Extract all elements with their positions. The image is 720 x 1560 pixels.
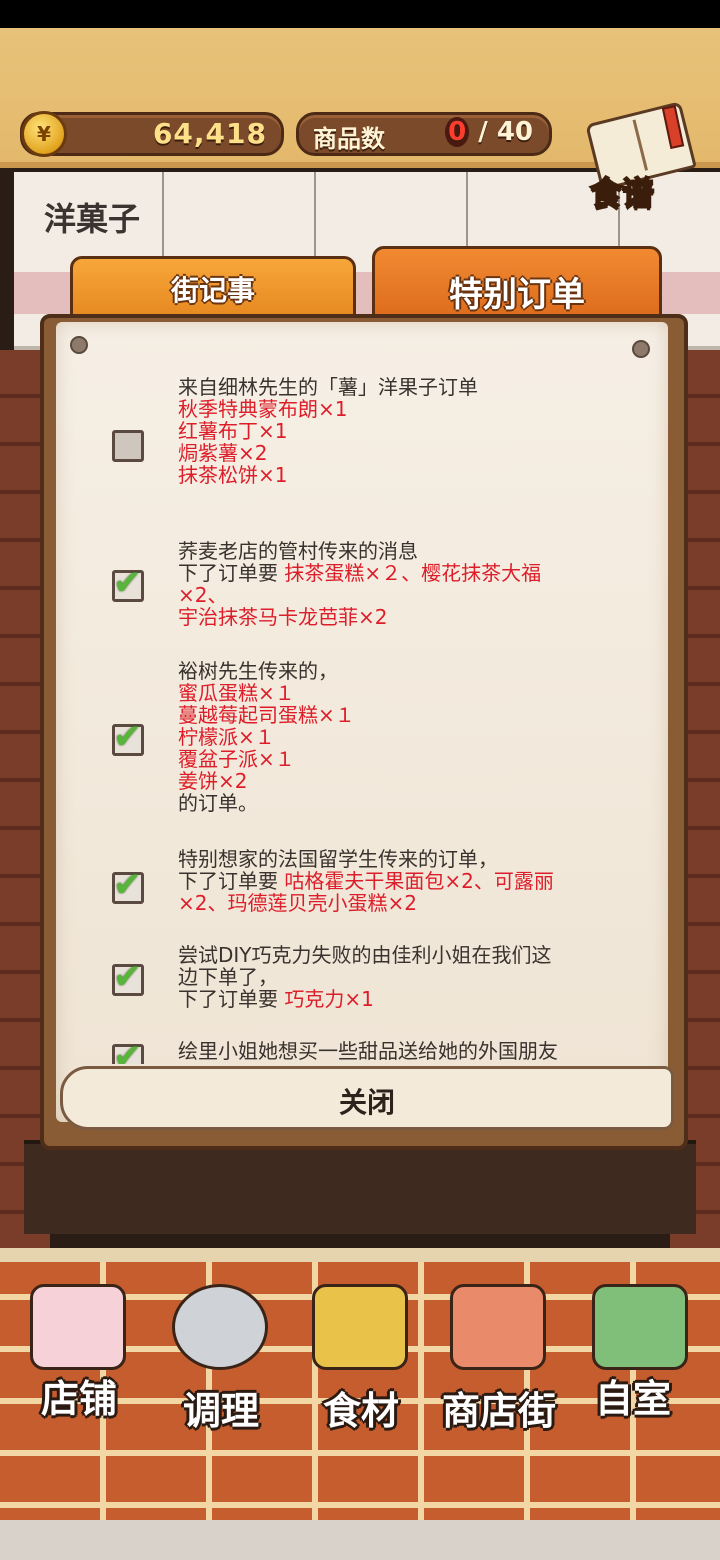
recipe-label: 食谱: [589, 173, 655, 213]
order-text: 绘里小姐她想买一些甜品送给她的外国朋友: [178, 1039, 558, 1063]
order-checkbox[interactable]: ✔: [112, 717, 144, 757]
nav-ingredients[interactable]: 食材: [292, 1268, 432, 1448]
shop-counter: [24, 1140, 696, 1234]
nav-label: 调理: [182, 1389, 259, 1433]
goods-max: 40: [496, 117, 533, 147]
nav-label: 自室: [594, 1377, 671, 1421]
recipe-button[interactable]: 食谱: [580, 101, 700, 216]
check-icon: ✔: [113, 865, 142, 905]
cake-icon: [30, 1284, 126, 1370]
goods-counter: 商品数 0 / 40: [296, 112, 552, 156]
staff-door-icon: [592, 1284, 688, 1370]
check-icon: ✔: [113, 717, 142, 757]
order-text: 来自细林先生的「薯」洋果子订单 荞麦老店的管村传来的消息 下了订单要 抹茶蛋糕×…: [178, 539, 542, 629]
coin-icon: ¥: [21, 111, 67, 157]
check-icon: ✔: [113, 1037, 142, 1064]
coin-counter: ¥ 64,418: [20, 111, 284, 157]
check-icon: ✔: [113, 563, 142, 603]
nav-label: 食材: [322, 1389, 399, 1433]
goods-separator: /: [478, 117, 488, 147]
bottom-navigation: 店铺 调理 食材 商店街 自室: [0, 1248, 720, 1520]
close-button[interactable]: 关闭: [60, 1066, 674, 1130]
pin-icon: [632, 340, 650, 358]
order-text: 尝试DIY巧克力失败的由佳利小姐在我们这 边下单了， 下了订单要 巧克力×1: [178, 943, 552, 1011]
flour-bag-icon: [312, 1284, 408, 1370]
system-status-bar: [0, 0, 720, 28]
nav-cooking[interactable]: 调理: [152, 1268, 292, 1448]
bottom-strip: [0, 1520, 720, 1560]
nav-shop[interactable]: 店铺: [10, 1268, 150, 1448]
pin-icon: [70, 336, 88, 354]
coin-value: 64,418: [152, 117, 267, 150]
tab-street-news[interactable]: 街记事: [70, 256, 356, 322]
order-checkbox[interactable]: ✔: [112, 1037, 144, 1064]
order-text: 裕树先生传来的， 蜜瓜蛋糕×１ 蔓越莓起司蛋糕×１ 柠檬派×１ 覆盆子派×１ 姜…: [178, 659, 355, 815]
order-checkbox[interactable]: ✔: [112, 865, 144, 905]
goods-label: 商品数: [313, 125, 385, 153]
order-text: 来自细林先生的「薯」洋果子订单 秋季特典蒙布朗×1 红薯布丁×1 焗紫薯×2 抹…: [178, 375, 478, 487]
order-checkbox[interactable]: [112, 430, 144, 462]
goods-count: 0 / 40: [445, 117, 533, 147]
shop-name: 洋菓子: [44, 200, 141, 238]
nav-label: 商店街: [441, 1389, 556, 1433]
nav-my-room[interactable]: 自室: [572, 1268, 712, 1448]
order-checkbox[interactable]: ✔: [112, 957, 144, 997]
goods-current: 0: [445, 117, 470, 147]
special-order-list[interactable]: 来自细林先生的「薯」洋果子订单 秋季特典蒙布朗×1 红薯布丁×1 焗紫薯×2 抹…: [60, 358, 660, 1064]
close-label: 关闭: [338, 1086, 395, 1119]
tab-label: 街记事: [170, 274, 255, 307]
order-text: 特别想家的法国留学生传来的订单， 下了订单要 咕格霍夫干果面包×2、可露丽 ×2…: [178, 847, 554, 915]
tab-label: 特别订单: [449, 275, 585, 315]
check-icon: ✔: [113, 957, 142, 997]
mixing-bowl-icon: [172, 1284, 268, 1370]
storefront-icon: [450, 1284, 546, 1370]
nav-shopping-street[interactable]: 商店街: [430, 1268, 570, 1448]
order-checkbox[interactable]: ✔: [112, 563, 144, 603]
nav-label: 店铺: [40, 1377, 117, 1421]
